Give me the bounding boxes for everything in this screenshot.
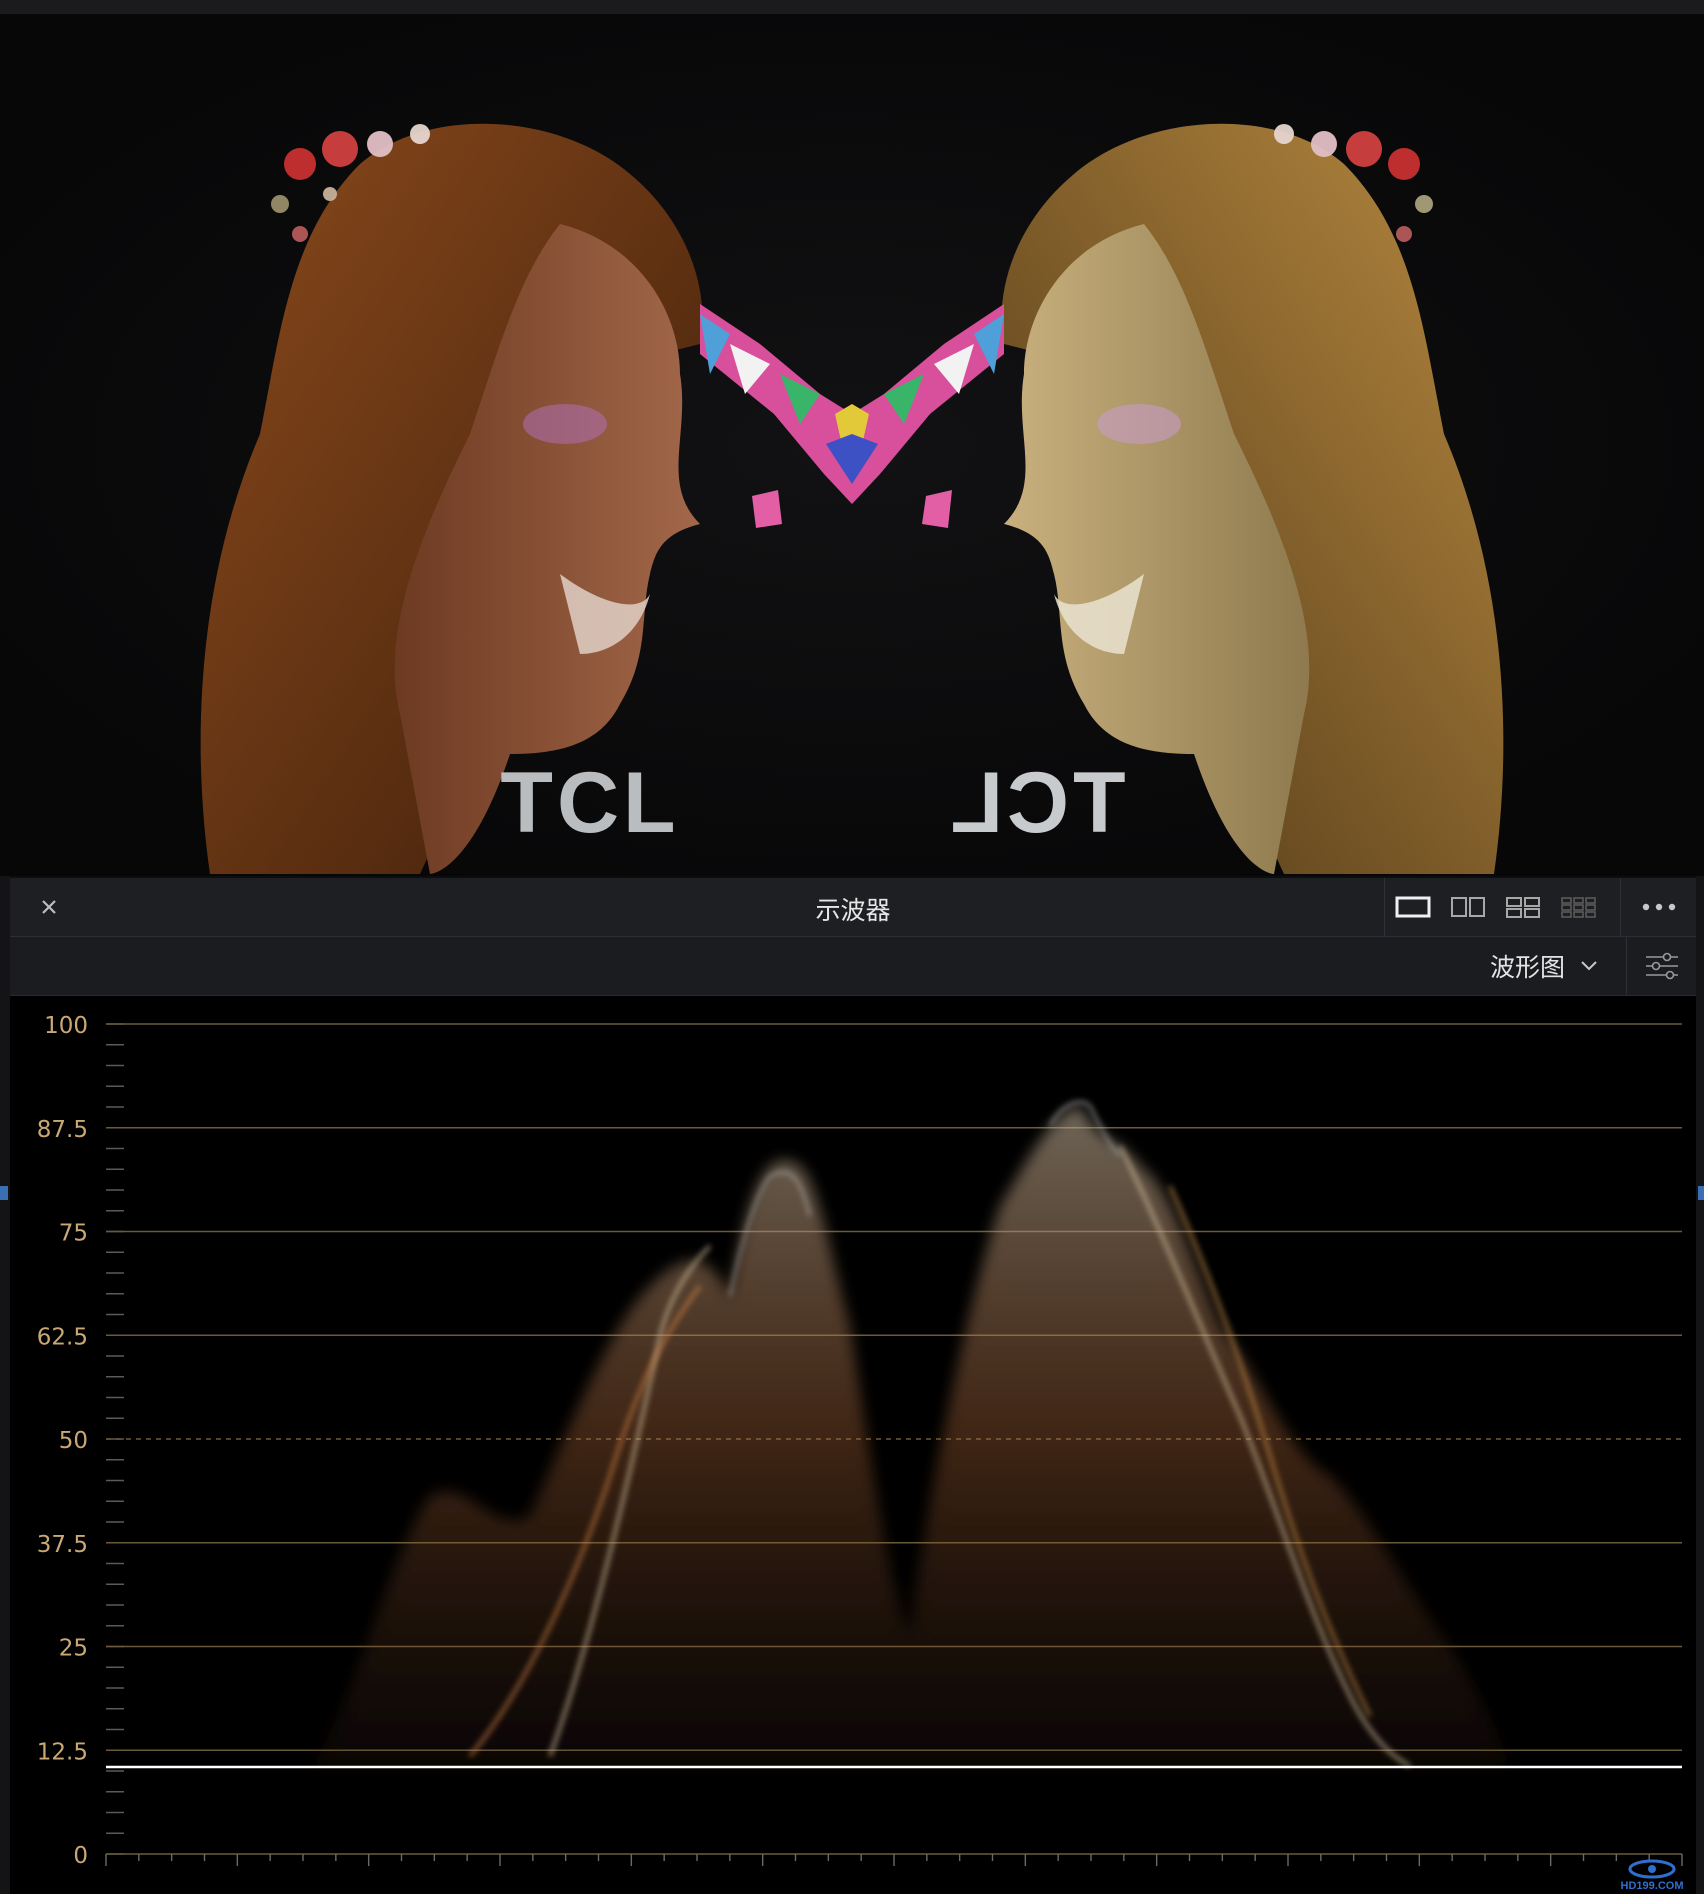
video-viewer[interactable]: TCL TCL [0, 14, 1704, 876]
layout-single-button[interactable] [1385, 878, 1440, 936]
scale-label: 75 [59, 1221, 88, 1247]
sliders-icon [1646, 952, 1678, 980]
scale-label: 37.5 [37, 1532, 88, 1558]
scale-label: 62.5 [37, 1324, 88, 1350]
logo-right: TCL [946, 755, 1125, 851]
scope-settings-button[interactable] [1626, 937, 1697, 995]
scope-panel: 示波器 波形图 100 87.5 75 62.5 50 37.5 25 12.5… [10, 878, 1696, 1894]
scale-label: 87.5 [37, 1117, 88, 1143]
chevron-down-icon [1581, 961, 1597, 971]
viewer-frame: TCL TCL [200, 123, 1504, 874]
waveform-scope[interactable]: 100 87.5 75 62.5 50 37.5 25 12.5 0 [10, 996, 1696, 1894]
watermark-logo: HD199.COM [1621, 1859, 1684, 1892]
viewer-top-bar [0, 0, 1704, 14]
scope-type-dropdown[interactable]: 波形图 [1490, 937, 1599, 995]
scope-type-label: 波形图 [1490, 953, 1566, 982]
layout-grid-button[interactable] [1550, 878, 1605, 936]
layout-dual-button[interactable] [1440, 878, 1495, 936]
scale-label: 50 [59, 1428, 88, 1454]
scope-panel-header: 示波器 [10, 878, 1696, 937]
dual-view-icon [1450, 897, 1485, 917]
scale-label: 12.5 [37, 1739, 88, 1765]
right-edge-marker [1698, 1186, 1704, 1200]
quad-view-icon [1505, 897, 1540, 918]
scale-label: 100 [44, 1013, 88, 1039]
single-view-icon [1395, 896, 1430, 918]
more-options-button[interactable] [1620, 878, 1697, 936]
layout-switcher [1384, 878, 1605, 936]
center-pattern [700, 304, 1004, 528]
scale-label: 0 [73, 1843, 88, 1869]
scale-label: 25 [59, 1636, 88, 1662]
left-edge-marker [0, 1186, 8, 1200]
layout-quad-button[interactable] [1495, 878, 1550, 936]
waveform-trace [106, 1100, 1682, 1770]
left-edge-strip [0, 876, 10, 1894]
more-dots-icon [1642, 903, 1676, 911]
waveform-graph: 100 87.5 75 62.5 50 37.5 25 12.5 0 [37, 1013, 1683, 1869]
right-edge-strip [1696, 876, 1704, 1894]
watermark-text: HD199.COM [1621, 1880, 1684, 1892]
grid-view-icon [1560, 897, 1596, 918]
logo-left: TCL [500, 755, 679, 851]
scope-toolbar: 波形图 [10, 937, 1696, 996]
